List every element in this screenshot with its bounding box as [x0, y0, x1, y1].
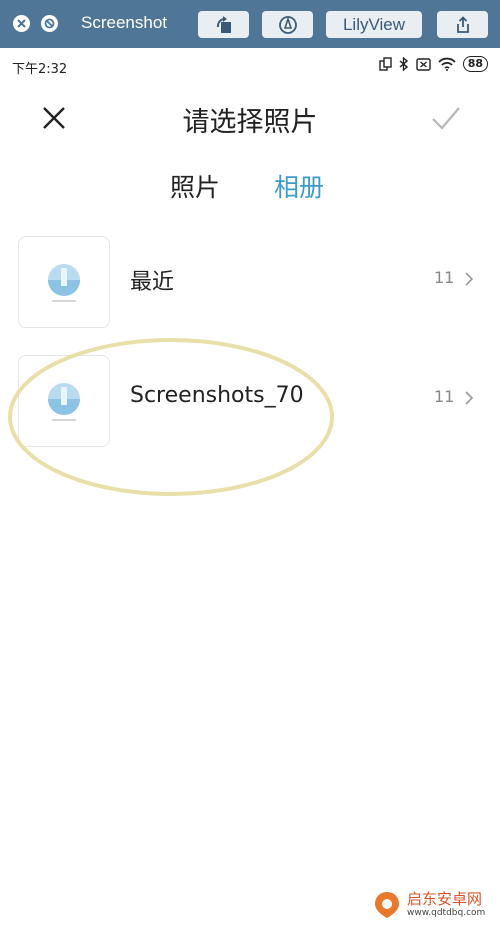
block-icon[interactable] — [41, 15, 58, 32]
lilyview-button[interactable]: LilyView — [326, 11, 422, 38]
watermark-logo-icon — [375, 892, 399, 918]
window-toolbar: Screenshot LilyView — [0, 0, 500, 48]
wifi-icon — [438, 57, 456, 71]
rotate-icon — [216, 15, 231, 33]
annotate-icon — [278, 15, 297, 34]
no-sim-icon — [415, 57, 431, 71]
album-item-recent[interactable]: 最近 11 — [0, 236, 500, 328]
status-icons: 88 — [378, 56, 488, 72]
album-count: 11 — [434, 268, 455, 287]
checkmark-icon — [432, 107, 460, 130]
tab-bar: 照片 相册 — [0, 168, 500, 208]
album-count: 11 — [434, 387, 455, 406]
status-bar: 下午2:32 88 — [0, 48, 500, 86]
annotate-button[interactable] — [262, 11, 313, 38]
status-time: 下午2:32 — [12, 62, 68, 77]
watermark: 启东安卓网 www.qdtdbq.com — [372, 886, 498, 924]
share-icon — [456, 15, 469, 33]
share-button[interactable] — [437, 11, 488, 38]
chevron-right-icon — [465, 391, 474, 405]
chevron-right-icon — [465, 272, 474, 286]
page-title: 请选择照片 — [182, 107, 318, 138]
rotation-lock-icon — [378, 56, 392, 71]
battery-indicator: 88 — [462, 56, 488, 72]
window-title: Screenshot — [81, 13, 167, 32]
close-window-icon[interactable] — [13, 15, 30, 32]
album-name: 最近 — [130, 270, 175, 295]
watermark-url: www.qdtdbq.com — [407, 908, 486, 918]
page-header: 请选择照片 — [0, 86, 500, 152]
tab-albums[interactable]: 相册 — [274, 168, 324, 204]
confirm-button[interactable] — [430, 104, 462, 132]
album-thumbnail — [18, 236, 110, 328]
bluetooth-icon — [399, 56, 408, 72]
watermark-title: 启东安卓网 — [407, 890, 483, 908]
tab-photos[interactable]: 照片 — [170, 168, 220, 204]
lighthouse-thumbnail-icon — [48, 264, 80, 302]
rotate-button[interactable] — [198, 11, 249, 38]
highlight-ellipse — [8, 338, 334, 496]
